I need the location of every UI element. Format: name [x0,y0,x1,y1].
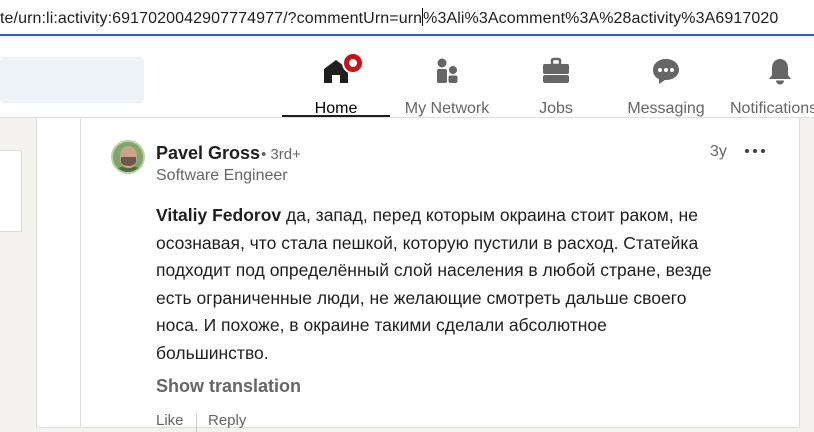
more-options-button[interactable] [742,140,768,162]
url-text-before-caret: te/urn:li:activity:6917020042907774977/?… [0,10,423,27]
connection-degree: • 3rd+ [261,146,301,163]
comment-line: Vitaliy Fedorov да, запад, перед которым… [156,202,776,230]
chat-icon [653,59,679,84]
comment-line: носа. И похоже, в окраине такими сделали… [156,315,607,335]
nav-home-label: Home [314,100,358,117]
briefcase-icon [543,57,569,83]
nav-jobs-label: Jobs [539,100,573,117]
action-divider [196,414,197,432]
comment-line-text: да, запад, перед которым окраина стоит р… [281,205,698,225]
nav-home[interactable]: Home [282,50,390,118]
notification-badge [342,52,365,74]
comment-line: большинство. [156,342,269,363]
show-translation-button[interactable]: Show translation [156,376,301,397]
more-dot-icon [753,149,757,153]
author-headline: Software Engineer [156,167,288,184]
nav-notifications-label: Notifications [730,100,814,117]
url-text-after-caret: %3Ali%3Acomment%3A%28activity%3A6917020 [423,10,779,27]
more-dot-icon [745,149,749,153]
more-dot-icon [761,149,765,153]
top-navbar: Home My Network Jobs Messaging Notificat… [0,38,814,118]
like-button[interactable]: Like [156,412,184,429]
left-sidebar-card [0,150,22,232]
search-input[interactable] [0,57,144,103]
bell-icon [769,59,791,85]
nav-my-network[interactable]: My Network [396,50,498,118]
thread-line [80,118,81,428]
comment-body: Vitaliy Fedorov да, запад, перед которым… [156,202,776,367]
reply-button[interactable]: Reply [208,412,246,429]
avatar-beard [121,157,136,166]
comment-line: осознавая, что стала пешкой, которую пус… [156,232,699,253]
comment-line: есть ограниченные люди, не желающие смот… [156,287,687,308]
address-bar[interactable]: te/urn:li:activity:6917020042907774977/?… [0,0,814,36]
url-text[interactable]: te/urn:li:activity:6917020042907774977/?… [0,8,778,28]
author-name[interactable]: Pavel Gross [156,143,260,164]
avatar[interactable] [111,140,145,174]
nav-messaging[interactable]: Messaging [620,50,712,118]
comment-line: подходит под определённый слой населения… [156,260,712,280]
comment-timestamp: 3y [710,143,727,160]
nav-messaging-label: Messaging [627,100,705,117]
nav-jobs[interactable]: Jobs [510,50,602,118]
nav-my-network-label: My Network [404,100,490,117]
mention-link[interactable]: Vitaliy Fedorov [156,205,281,225]
nav-notifications[interactable]: Notifications [730,50,814,118]
people-icon [437,58,458,83]
